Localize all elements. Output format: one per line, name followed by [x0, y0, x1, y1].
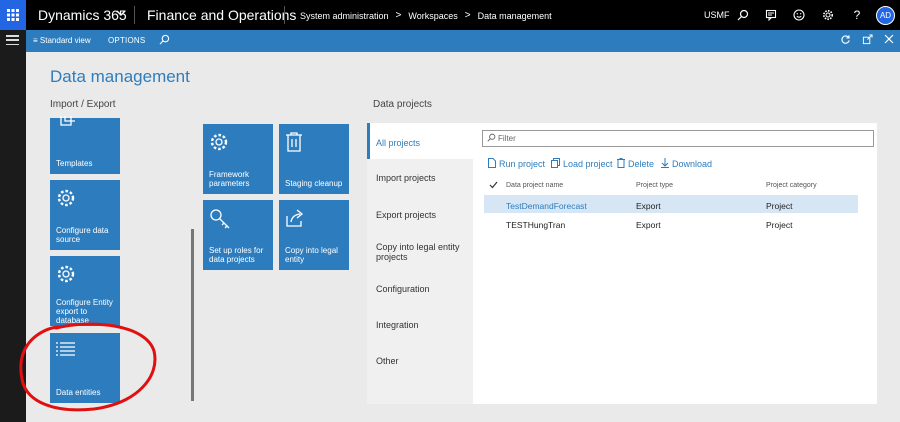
trash-icon	[285, 132, 303, 154]
tile-framework-parameters[interactable]: Framework parameters	[203, 124, 273, 194]
table-cell-type: Export	[636, 201, 661, 211]
gear-icon	[56, 264, 76, 286]
share-icon	[285, 208, 305, 230]
run-project-button[interactable]: Run project	[488, 158, 545, 170]
tile-label: Configure data source	[56, 226, 109, 244]
divider	[284, 6, 285, 24]
app-name: Finance and Operations	[147, 7, 297, 23]
smiley-icon[interactable]	[789, 5, 809, 25]
table-cell-category: Project	[766, 201, 793, 211]
breadcrumb-item[interactable]: System administration	[300, 11, 389, 21]
nav-import-projects[interactable]: Import projects	[376, 173, 468, 183]
tile-label: Framework parameters	[209, 170, 250, 188]
avatar[interactable]: AD	[876, 6, 895, 25]
document-icon	[488, 158, 496, 170]
tile-configure-entity-export[interactable]: Configure Entity export to database	[50, 256, 120, 326]
search-icon[interactable]	[733, 5, 753, 25]
scrollbar[interactable]	[191, 229, 194, 401]
table-cell-name[interactable]: TESTHungTran	[506, 220, 565, 230]
tile-label: Templates	[56, 159, 93, 168]
tile-staging-cleanup[interactable]: Staging cleanup	[279, 124, 349, 194]
chevron-down-icon[interactable]	[115, 7, 127, 22]
tile-copy-into-legal-entity[interactable]: Copy into legal entity	[279, 200, 349, 270]
download-icon	[661, 158, 669, 170]
load-project-label: Load project	[563, 159, 613, 169]
nav-configuration[interactable]: Configuration	[376, 284, 468, 294]
list-icon: ≡	[33, 36, 38, 45]
column-header-name[interactable]: Data project name	[506, 182, 563, 189]
view-selector[interactable]: ≡ Standard view	[33, 36, 91, 45]
delete-button[interactable]: Delete	[617, 158, 654, 170]
breadcrumb-item[interactable]: Data management	[478, 11, 552, 21]
tile-templates[interactable]: Templates	[50, 116, 120, 174]
copy-icon	[56, 116, 76, 130]
column-header-category[interactable]: Project category	[766, 182, 817, 189]
refresh-icon[interactable]	[840, 34, 851, 48]
section-heading-import-export: Import / Export	[50, 99, 116, 110]
load-project-button[interactable]: Load project	[551, 158, 613, 170]
filter-input[interactable]: Filter	[482, 130, 874, 147]
trash-icon	[617, 158, 625, 170]
copy-icon	[551, 158, 560, 170]
gear-icon[interactable]	[818, 5, 838, 25]
close-icon[interactable]	[884, 34, 894, 47]
nav-integration[interactable]: Integration	[376, 320, 468, 330]
column-header-type[interactable]: Project type	[636, 182, 673, 189]
run-project-label: Run project	[499, 159, 546, 169]
hamburger-icon[interactable]	[6, 35, 19, 45]
select-all-checkmark-icon[interactable]	[489, 181, 498, 191]
chevron-right-icon: >	[395, 10, 402, 21]
breadcrumb: System administration > Workspaces > Dat…	[300, 10, 552, 21]
help-icon[interactable]: ?	[847, 5, 867, 25]
search-icon[interactable]	[159, 34, 170, 48]
nav-copy-legal-entity-projects[interactable]: Copy into legal entity projects	[376, 242, 468, 262]
tile-label: Copy into legal entity	[285, 246, 338, 264]
divider	[134, 6, 135, 24]
download-label: Download	[672, 159, 713, 169]
options-tab[interactable]: OPTIONS	[108, 36, 145, 45]
table-cell-type: Export	[636, 220, 661, 230]
chevron-right-icon: >	[464, 10, 471, 21]
nav-all-projects[interactable]: All projects	[376, 138, 468, 148]
gear-icon	[56, 188, 76, 210]
section-heading-data-projects: Data projects	[373, 99, 432, 110]
tile-setup-roles[interactable]: Set up roles for data projects	[203, 200, 273, 270]
company-picker[interactable]: USMF	[704, 10, 730, 20]
page-title: Data management	[50, 67, 190, 86]
delete-label: Delete	[628, 159, 655, 169]
brand-name[interactable]: Dynamics 365	[38, 7, 127, 23]
tile-configure-data-source[interactable]: Configure data source	[50, 180, 120, 250]
table-cell-name[interactable]: TestDemandForecast	[506, 201, 587, 211]
open-new-window-icon[interactable]	[862, 34, 873, 48]
annotation-circle	[19, 322, 157, 412]
gear-icon	[209, 132, 229, 154]
nav-export-projects[interactable]: Export projects	[376, 210, 468, 220]
message-icon[interactable]	[761, 5, 781, 25]
nav-other[interactable]: Other	[376, 356, 468, 366]
table-cell-category: Project	[766, 220, 793, 230]
tile-label: Staging cleanup	[285, 179, 343, 188]
search-icon	[487, 133, 496, 144]
download-button[interactable]: Download	[661, 158, 712, 170]
selected-nav-indicator	[367, 123, 370, 159]
view-label: Standard view	[39, 36, 91, 45]
tile-label: Set up roles for data projects	[209, 246, 264, 264]
breadcrumb-item[interactable]: Workspaces	[408, 11, 457, 21]
key-icon	[209, 208, 231, 232]
app-launcher-icon[interactable]	[0, 0, 26, 30]
